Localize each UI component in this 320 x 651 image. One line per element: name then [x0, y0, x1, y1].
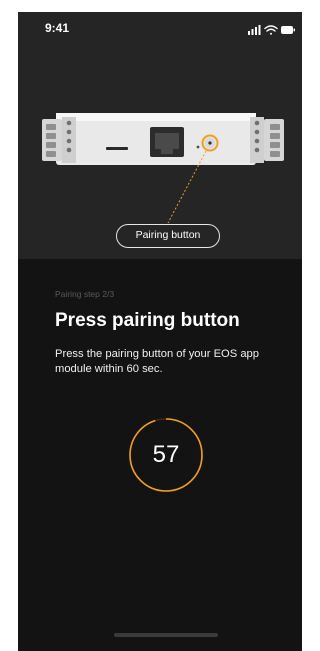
phone-screen: 9:41 Pairing button Pairing step 2/3 Pre…: [18, 12, 302, 651]
countdown-timer: 57: [128, 417, 204, 493]
countdown-value: 57: [152, 441, 180, 468]
pairing-button-pointer: [167, 134, 219, 224]
device-hero: 9:41 Pairing button: [18, 12, 302, 259]
pairing-step-indicator: Pairing step 2/3: [55, 289, 115, 299]
instruction-text: Press the pairing button of your EOS app…: [55, 348, 259, 375]
home-indicator[interactable]: [114, 633, 218, 637]
page-title: Press pairing button: [55, 310, 240, 331]
pairing-button-label: Pairing button: [116, 224, 220, 248]
